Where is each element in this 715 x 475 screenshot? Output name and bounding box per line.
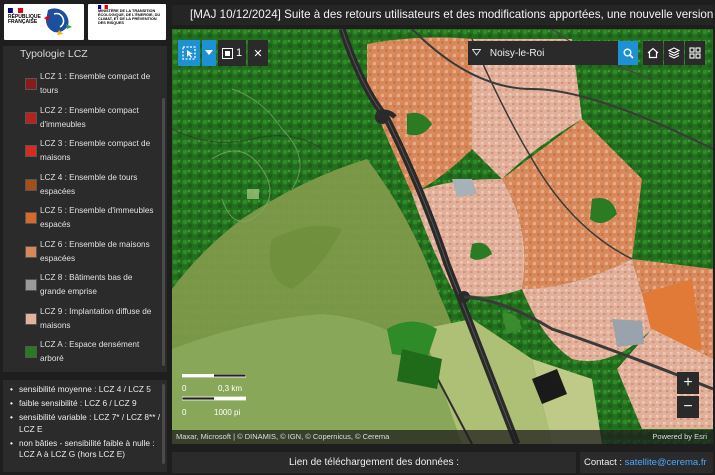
- legend-label: LCZ 4 : Ensemble de tours espacées: [40, 172, 138, 196]
- map-imagery: [172, 29, 713, 444]
- legend-swatch: [25, 178, 37, 191]
- legend-item: LCZ 9 : Implantation diffuse de maisons: [3, 303, 161, 337]
- attribution-text[interactable]: Maxar, Microsoft | © DINAMIS, © IGN, © C…: [176, 432, 389, 441]
- app-root: RÉPUBLIQUE FRANÇAISE MINISTÈRE DE LA TRA…: [0, 0, 715, 475]
- update-banner-text: [MAJ 10/12/2024] Suite à des retours uti…: [190, 8, 713, 21]
- republique-francaise-logo: RÉPUBLIQUE FRANÇAISE: [4, 4, 84, 40]
- search-icon: [623, 48, 634, 59]
- scale-pi-label: 1000 pi: [214, 408, 241, 417]
- header-logos: RÉPUBLIQUE FRANÇAISE MINISTÈRE DE LA TRA…: [0, 0, 170, 46]
- search-input[interactable]: [485, 42, 622, 64]
- sensitivity-scrollbar[interactable]: [162, 384, 165, 464]
- legend-label: LCZ 6 : Ensemble de maisons espacées: [40, 239, 150, 263]
- scale-km-label: 0,3 km: [218, 384, 243, 393]
- legend-label: LCZ A : Espace densément arboré: [40, 340, 140, 363]
- layer-list-button[interactable]: [664, 41, 684, 65]
- legend-swatch: [25, 346, 37, 358]
- selection-toolbar: 1 ✕: [178, 40, 268, 66]
- legend-label: LCZ 8 : Bâtiments bas de grande emprise: [40, 273, 133, 296]
- legend-swatch: [25, 245, 37, 258]
- search-button[interactable]: [618, 41, 638, 65]
- contact-email-link[interactable]: satellite@cerema.fr: [625, 457, 707, 468]
- selection-count-button[interactable]: 1: [218, 40, 246, 66]
- scale-bar: 0 0,3 km 0 1000 pi: [182, 374, 246, 420]
- powered-by-esri[interactable]: Powered by Esri: [652, 430, 707, 444]
- sensitivity-panel: sensibilité moyenne : LCZ 4 / LCZ 5 faibl…: [3, 380, 167, 472]
- sensitivity-item: faible sensibilité : LCZ 6 / LCZ 9: [10, 398, 167, 409]
- clear-selection-button[interactable]: ✕: [248, 40, 268, 66]
- legend-swatch: [25, 145, 37, 157]
- selection-count-icon: [221, 47, 233, 59]
- legend-title: Typologie LCZ: [20, 48, 88, 60]
- contact-label: Contact :: [584, 457, 625, 468]
- sensitivity-item: non bâties - sensibilité faible à nulle …: [10, 438, 167, 460]
- legend-item: LCZ 4 : Ensemble de tours espacées: [3, 169, 161, 203]
- sensitivity-item: sensibilité moyenne : LCZ 4 / LCZ 5: [10, 384, 167, 395]
- map-tools: [643, 41, 705, 65]
- legend-swatch: [25, 312, 37, 325]
- download-link-bar: Lien de téléchargement des données :: [172, 452, 576, 473]
- legend-label: LCZ 5 : Ensemble d'immeubles espacés: [40, 206, 154, 229]
- legend-label: LCZ 9 : Implantation diffuse de maisons: [40, 306, 152, 330]
- ministry-logo-text: MINISTÈRE DE LA TRANSITION ÉCOLOGIQUE, D…: [98, 9, 161, 25]
- contact-bar: Contact : satellite@cerema.fr: [580, 452, 713, 473]
- rf-logo-text: RÉPUBLIQUE FRANÇAISE: [8, 14, 41, 26]
- legend-item: LCZ A : Espace densément arboré: [3, 336, 161, 370]
- select-tool-dropdown[interactable]: [202, 40, 216, 66]
- select-tool-button[interactable]: [178, 40, 200, 66]
- chevron-down-icon: [471, 49, 482, 56]
- home-icon: [647, 47, 659, 59]
- map-attribution: Maxar, Microsoft | © DINAMIS, © IGN, © C…: [172, 430, 713, 444]
- zoom-control: + −: [677, 372, 699, 420]
- legend-item: LCZ 5 : Ensemble d'immeubles espacés: [3, 202, 161, 236]
- legend-item: LCZ 6 : Ensemble de maisons espacées: [3, 236, 161, 270]
- legend-swatch: [25, 78, 37, 90]
- legend-list: LCZ 1 : Ensemble compact de tours LCZ 2 :…: [3, 68, 161, 370]
- selection-count: 1: [235, 47, 243, 59]
- legend-item: LCZ 2 : Ensemble compact d'immeubles: [3, 102, 161, 136]
- legend-swatch: [25, 279, 37, 291]
- update-banner: [MAJ 10/12/2024] Suite à des retours uti…: [172, 5, 713, 25]
- ministry-logo: MINISTÈRE DE LA TRANSITION ÉCOLOGIQUE, D…: [88, 4, 166, 40]
- scale-zero-km: 0: [182, 384, 187, 393]
- zoom-in-button[interactable]: +: [677, 372, 699, 394]
- legend-swatch: [25, 111, 37, 124]
- home-button[interactable]: [643, 41, 663, 65]
- legend-swatch: [25, 212, 37, 224]
- legend-panel: Typologie LCZ LCZ 1 : Ensemble compact d…: [3, 46, 167, 372]
- chevron-down-icon: [205, 50, 213, 55]
- scale-zero-pi: 0: [182, 408, 187, 417]
- basemap-gallery-icon: [689, 47, 701, 59]
- download-label: Lien de téléchargement des données :: [288, 457, 460, 468]
- legend-item: LCZ 3 : Ensemble compact de maisons: [3, 135, 161, 169]
- basemap-gallery-button[interactable]: [685, 41, 705, 65]
- zoom-out-button[interactable]: −: [677, 396, 699, 418]
- legend-label: LCZ 2 : Ensemble compact d'immeubles: [40, 105, 139, 129]
- search-widget: ✕: [468, 41, 638, 65]
- legend-item: LCZ 1 : Ensemble compact de tours: [3, 68, 161, 102]
- sensitivity-item: sensibilité variable : LCZ 7* / LCZ 8** …: [10, 412, 167, 434]
- map-view[interactable]: 1 ✕ ✕: [172, 29, 713, 444]
- layers-icon: [668, 47, 680, 59]
- sensitivity-list: sensibilité moyenne : LCZ 4 / LCZ 5 faibl…: [3, 380, 167, 460]
- close-icon: ✕: [253, 47, 263, 60]
- legend-scrollbar[interactable]: [162, 98, 165, 366]
- legend-label: LCZ 3 : Ensemble compact de maisons: [40, 139, 151, 162]
- legend-item: LCZ 8 : Bâtiments bas de grande emprise: [3, 269, 161, 303]
- select-icon: [182, 46, 196, 60]
- search-source-dropdown[interactable]: [468, 48, 486, 58]
- legend-label: LCZ 1 : Ensemble compact de tours: [40, 72, 151, 95]
